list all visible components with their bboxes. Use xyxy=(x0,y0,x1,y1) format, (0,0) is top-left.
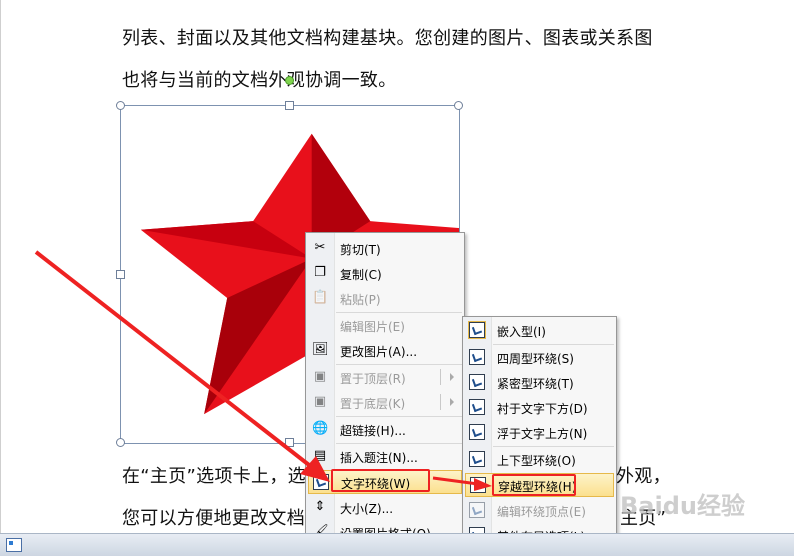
caption-icon: ▤ xyxy=(313,448,327,463)
document-text-line: 外观， xyxy=(616,466,671,487)
menu-item-label: 编辑图片(E) xyxy=(340,320,405,334)
square-wrap-icon xyxy=(469,349,485,365)
menu-item-label: 上下型环绕(O) xyxy=(497,454,576,468)
menu-item-label: 更改图片(A)... xyxy=(340,345,418,359)
menu-item-label: 嵌入型(I) xyxy=(497,325,546,339)
through-wrap-icon xyxy=(470,477,486,493)
document-text-line: 也将与当前的文档外观协调一致。 xyxy=(122,70,397,91)
menu-item-label: 四周型环绕(S) xyxy=(497,352,574,366)
resize-handle[interactable] xyxy=(285,101,294,110)
submenu-item-behind-text[interactable]: 衬于文字下方(D) xyxy=(465,396,614,418)
paste-icon: 📋 xyxy=(312,290,329,305)
menu-separator xyxy=(336,416,462,417)
resize-handle[interactable] xyxy=(116,270,125,279)
size-icon: ⇕ xyxy=(314,499,326,514)
menu-item-cut[interactable]: ✂ 剪切(T) xyxy=(308,237,462,259)
bring-front-icon: ▣ xyxy=(313,369,327,384)
resize-handle[interactable] xyxy=(116,101,125,110)
menu-item-change-picture[interactable]: 🖼 更改图片(A)... xyxy=(308,339,462,361)
in-front-text-icon xyxy=(469,424,485,440)
menu-separator xyxy=(336,443,462,444)
menu-item-hyperlink[interactable]: 🌐 超链接(H)... xyxy=(308,418,462,440)
edit-points-icon xyxy=(469,502,485,518)
chevron-right-icon xyxy=(450,398,454,406)
copy-icon: ❐ xyxy=(314,265,326,280)
submenu-item-in-front-of-text[interactable]: 浮于文字上方(N) xyxy=(465,421,614,443)
context-menu: ✂ 剪切(T) ❐ 复制(C) 📋 粘贴(P) 编辑图片(E) 🖼 更改图片(A… xyxy=(305,232,465,548)
menu-item-send-to-back[interactable]: ▣ 置于底层(K) xyxy=(308,391,462,413)
menu-item-label: 粘贴(P) xyxy=(340,293,381,307)
rotate-handle[interactable] xyxy=(285,76,294,85)
text-wrap-icon xyxy=(313,474,329,490)
menu-item-label: 超链接(H)... xyxy=(340,424,406,438)
menu-item-label: 大小(Z)... xyxy=(340,502,394,516)
menu-item-insert-caption[interactable]: ▤ 插入题注(N)... xyxy=(308,445,462,467)
document-text-line: 在“主页”选项卡上，选 xyxy=(122,466,306,487)
watermark: Baidu经验 xyxy=(620,492,745,520)
resize-handle[interactable] xyxy=(454,101,463,110)
menu-item-edit-picture[interactable]: 编辑图片(E) xyxy=(308,314,462,336)
menu-item-label: 衬于文字下方(D) xyxy=(497,402,588,416)
menu-item-label: 插入题注(N)... xyxy=(340,451,418,465)
resize-handle[interactable] xyxy=(116,438,125,447)
menu-item-label: 紧密型环绕(T) xyxy=(497,377,574,391)
split-divider xyxy=(440,394,441,410)
annotation-highlight-box xyxy=(492,474,576,496)
menu-item-label: 置于底层(K) xyxy=(340,397,406,411)
document-text-line: 您可以方便地更改文档 xyxy=(122,508,305,529)
behind-text-icon xyxy=(469,399,485,415)
document-text-line: 列表、封面以及其他文档构建基块。您创建的图片、图表或关系图 xyxy=(122,28,653,49)
menu-separator xyxy=(336,364,462,365)
menu-separator xyxy=(493,344,614,345)
menu-item-size[interactable]: ⇕ 大小(Z)... xyxy=(308,496,462,518)
menu-separator xyxy=(493,446,614,447)
annotation-highlight-box xyxy=(331,469,430,492)
menu-item-paste[interactable]: 📋 粘贴(P) xyxy=(308,287,462,309)
chevron-right-icon xyxy=(450,373,454,381)
send-back-icon: ▣ xyxy=(313,394,327,409)
submenu-item-edit-wrap-points[interactable]: 编辑环绕顶点(E) xyxy=(465,499,614,521)
menu-item-label: 复制(C) xyxy=(340,268,382,282)
status-bar xyxy=(0,533,794,556)
change-picture-icon: 🖼 xyxy=(312,342,329,357)
menu-item-label: 浮于文字上方(N) xyxy=(497,427,588,441)
text-wrap-submenu: 嵌入型(I) 四周型环绕(S) 紧密型环绕(T) 衬于文字下方(D) 浮于文字上… xyxy=(462,316,617,551)
scissors-icon: ✂ xyxy=(314,240,326,255)
menu-item-bring-to-front[interactable]: ▣ 置于顶层(R) xyxy=(308,366,462,388)
tight-wrap-icon xyxy=(469,374,485,390)
submenu-item-inline[interactable]: 嵌入型(I) xyxy=(465,319,614,341)
menu-item-label: 置于顶层(R) xyxy=(340,372,406,386)
page-edge xyxy=(0,0,1,540)
menu-separator xyxy=(336,312,462,313)
page-view-icon[interactable] xyxy=(6,538,22,552)
inline-wrap-icon xyxy=(468,321,486,339)
hyperlink-icon: 🌐 xyxy=(312,421,329,436)
submenu-item-tight[interactable]: 紧密型环绕(T) xyxy=(465,371,614,393)
resize-handle[interactable] xyxy=(285,438,294,447)
menu-item-copy[interactable]: ❐ 复制(C) xyxy=(308,262,462,284)
top-bottom-wrap-icon xyxy=(469,451,485,467)
menu-item-label: 剪切(T) xyxy=(340,243,381,257)
split-divider xyxy=(440,369,441,385)
menu-item-label: 编辑环绕顶点(E) xyxy=(497,505,586,519)
submenu-item-top-bottom[interactable]: 上下型环绕(O) xyxy=(465,448,614,470)
submenu-item-square[interactable]: 四周型环绕(S) xyxy=(465,346,614,368)
